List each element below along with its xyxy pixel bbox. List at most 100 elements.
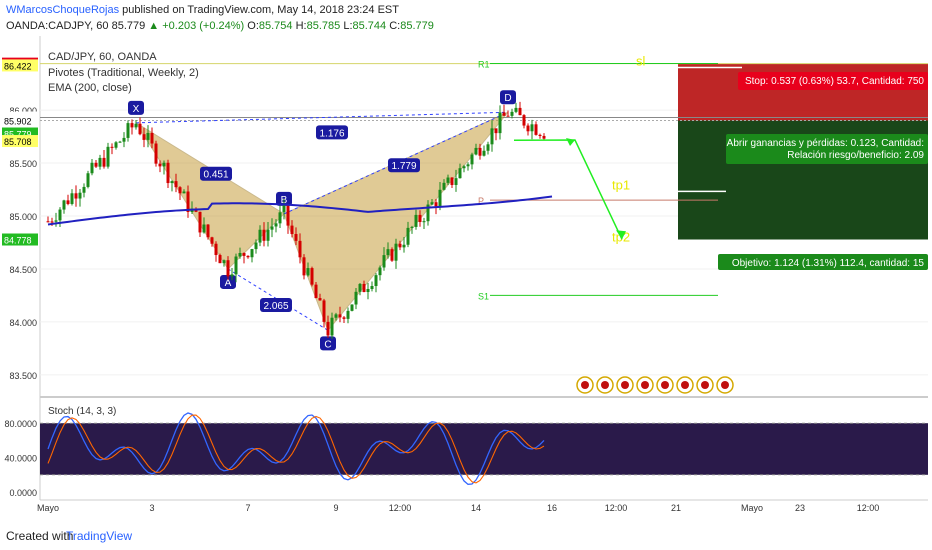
candle-body [482,150,486,156]
candle-body [90,162,94,174]
candle-body [318,298,322,301]
candle-body [258,229,262,243]
legend-title: CAD/JPY, 60, OANDA [48,51,157,63]
candle-body [146,132,150,140]
event-dot-icon [601,381,609,389]
created-with: Created with [6,529,74,543]
low-value: 85.744 [352,20,387,32]
ohlc-line: OANDA:CADJPY, 60 85.779 ▲ +0.203 (+0.24%… [6,20,434,32]
candle-body [166,162,170,184]
candle-body [522,115,526,126]
candle-body [238,253,242,257]
candle-body [230,274,234,277]
candle-body [494,128,498,134]
candle-body [162,162,166,167]
price-tick-label: 84.000 [9,318,37,328]
high-value: 85.785 [306,20,341,32]
stop-label-text: Stop: 0.537 (0.63%) 53.7, Cantidad: 750 [745,76,924,87]
candle-body [350,304,354,311]
publish-line: WMarcosChoqueRojas published on TradingV… [6,4,399,16]
legend-pivots: Pivotes (Traditional, Weekly, 2) [48,67,199,79]
target-label-tp1: tp1 [612,177,630,192]
candle-body [66,200,70,204]
tradingview-brand[interactable]: TradingView [66,529,132,543]
candle-body [534,124,538,135]
time-tick-label: 16 [547,503,557,513]
candle-body [170,181,174,184]
pivot-label-r1: R1 [478,60,490,70]
candle-body [134,123,138,128]
candle-body [490,128,494,145]
time-tick-label: 12:00 [857,503,880,513]
candle-body [378,267,382,276]
candle-body [410,226,414,228]
stoch-title: Stoch (14, 3, 3) [48,406,116,417]
time-tick-label: Mayo [741,503,763,513]
footer: Created with TradingView [0,520,932,550]
candle-body [214,243,218,256]
candle-body [342,317,346,319]
candle-body [254,242,258,250]
candle-body [122,137,126,142]
stoch-tick-label: 40.0000 [4,454,37,464]
candle-body [498,112,502,134]
candle-body [74,193,78,199]
candle-body [478,147,482,156]
candle-body [178,187,182,194]
legend-ema: EMA (200, close) [48,82,132,94]
candle-body [526,125,530,132]
candle-body [538,134,542,136]
target-label-sl: sl [636,54,646,69]
candle-body [182,191,186,194]
low-label: L: [343,20,353,32]
candle-body [358,283,362,292]
candle-body [118,141,122,143]
close-label: C: [389,20,401,32]
candle-body [422,221,426,223]
publish-info: published on TradingView.com, May 14, 20… [122,4,399,16]
symbol-info: OANDA:CADJPY, 60 [6,20,109,32]
event-dot-icon [641,381,649,389]
open-value: 85.754 [258,20,293,32]
candle-body [438,189,442,207]
candle-body [298,240,302,258]
candle-body [82,186,86,193]
candle-body [366,288,370,293]
time-tick-label: 23 [795,503,805,513]
author-link[interactable]: WMarcosChoqueRojas [6,4,119,16]
candle-body [326,321,330,336]
point-label-x: X [133,104,140,115]
candle-body [418,214,422,223]
candle-body [406,227,410,245]
time-tick-label: 9 [333,503,338,513]
candle-body [486,144,490,151]
event-dot-icon [581,381,589,389]
candle-body [78,192,82,199]
ratio-label: 1.779 [391,161,416,172]
candle-body [394,243,398,261]
time-tick-label: 7 [245,503,250,513]
price-marker-label: 85.902 [4,116,32,126]
candle-body [518,107,522,116]
candle-body [450,177,454,185]
candle-body [390,249,394,261]
time-tick-label: 21 [671,503,681,513]
candle-body [466,164,470,167]
candle-body [70,193,74,204]
price-marker-label: 84.778 [4,236,32,246]
point-label-c: C [324,339,331,350]
candle-body [322,300,326,322]
candle-body [150,132,154,144]
candle-body [414,214,418,227]
close-value: 85.779 [400,20,434,32]
open-label: O: [247,20,259,32]
ratio-label: 1.176 [319,128,344,139]
price-marker-label: 85.708 [4,137,32,147]
price-marker-label: 86.422 [4,61,32,71]
pnl-label-text: Relación riesgo/beneficio: 2.09 [787,150,924,161]
candle-body [474,147,478,155]
stoch-band [40,423,928,475]
candle-body [470,154,474,165]
chart-canvas[interactable]: R1PS1 XABCD0.4512.0651.7791.176 sltp1tp2… [0,36,932,520]
candle-body [86,173,90,187]
